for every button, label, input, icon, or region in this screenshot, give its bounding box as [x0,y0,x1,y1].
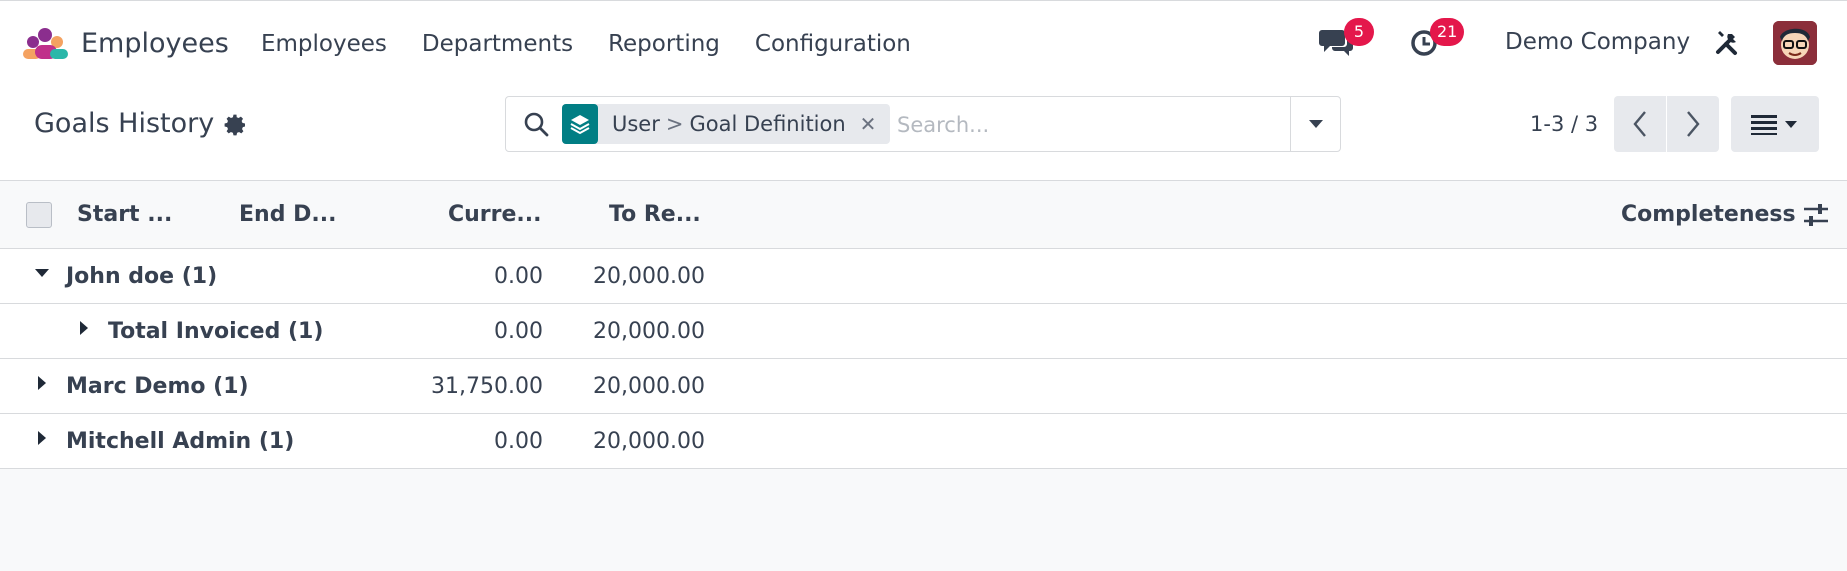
caret-down-icon [1308,120,1323,128]
pager-value[interactable]: 1-3 / 3 [1530,107,1598,141]
search-options-toggle[interactable] [1290,97,1340,151]
list-header: Start ... End D... Curre... To Re... Com… [0,181,1847,249]
search-input[interactable] [897,105,1277,145]
menu-item-departments[interactable]: Departments [422,27,573,61]
group-label: Total Invoiced (1) [108,319,324,344]
search-icon[interactable] [523,111,549,137]
main-menu: Employees Departments Reporting Configur… [261,27,911,61]
group-label: John doe (1) [66,264,218,289]
pager-previous-button[interactable] [1614,96,1666,152]
chevron-left-icon [1633,111,1646,137]
current-value: 0.00 [494,319,543,344]
layers-icon [562,104,598,144]
column-completeness[interactable]: Completeness [1621,181,1796,249]
sliders-icon[interactable] [1802,202,1830,228]
column-to-reach[interactable]: To Re... [609,181,701,249]
facet-label: User > Goal Definition [612,112,846,136]
group-label: Marc Demo (1) [66,374,249,399]
target-value: 20,000.00 [593,319,705,344]
caret-down-icon [35,269,49,277]
target-value: 20,000.00 [593,374,705,399]
caret-right-icon [80,321,88,335]
page-title: Goals History [34,108,215,139]
menu-item-configuration[interactable]: Configuration [755,27,911,61]
column-end-date[interactable]: End D... [239,181,336,249]
user-avatar [1773,21,1817,65]
pager-next-button[interactable] [1667,96,1719,152]
current-value: 0.00 [494,429,543,454]
chat-badge: 5 [1344,18,1374,46]
column-current[interactable]: Curre... [448,181,542,249]
app-brand[interactable]: Employees [21,27,229,61]
group-row[interactable]: Marc Demo (1) 31,750.00 20,000.00 [0,359,1847,414]
employees-app-icon [23,28,68,59]
list-view-button[interactable] [1731,96,1819,152]
search-bar: User > Goal Definition ✕ [505,96,1341,152]
target-value: 20,000.00 [593,429,705,454]
caret-right-icon [38,431,46,445]
goals-list: Start ... End D... Curre... To Re... Com… [0,181,1847,469]
top-navbar: Employees Employees Departments Reportin… [0,0,1847,81]
company-name[interactable]: Demo Company [1505,25,1690,59]
target-value: 20,000.00 [593,264,705,289]
list-view-icon [1751,115,1797,135]
gear-icon[interactable] [224,113,248,137]
menu-item-reporting[interactable]: Reporting [608,27,720,61]
column-start-date[interactable]: Start ... [77,181,172,249]
group-row[interactable]: Mitchell Admin (1) 0.00 20,000.00 [0,414,1847,469]
control-panel: Goals History User>Goal Definition ✕ 1-3… [0,81,1847,181]
group-row[interactable]: John doe (1) 0.00 20,000.00 [0,249,1847,304]
select-all-checkbox[interactable] [26,202,52,228]
current-value: 0.00 [494,264,543,289]
activity-badge: 21 [1430,18,1465,46]
facet-remove-button[interactable]: ✕ [860,112,891,136]
app-name[interactable]: Employees [81,27,229,61]
tools-icon [1716,31,1737,55]
subgroup-row[interactable]: Total Invoiced (1) 0.00 20,000.00 [0,304,1847,359]
group-label: Mitchell Admin (1) [66,429,295,454]
caret-right-icon [38,376,46,390]
menu-item-employees[interactable]: Employees [261,27,387,61]
current-value: 31,750.00 [431,374,543,399]
chevron-right-icon [1687,111,1700,137]
groupby-facet: User > Goal Definition ✕ [562,104,891,144]
